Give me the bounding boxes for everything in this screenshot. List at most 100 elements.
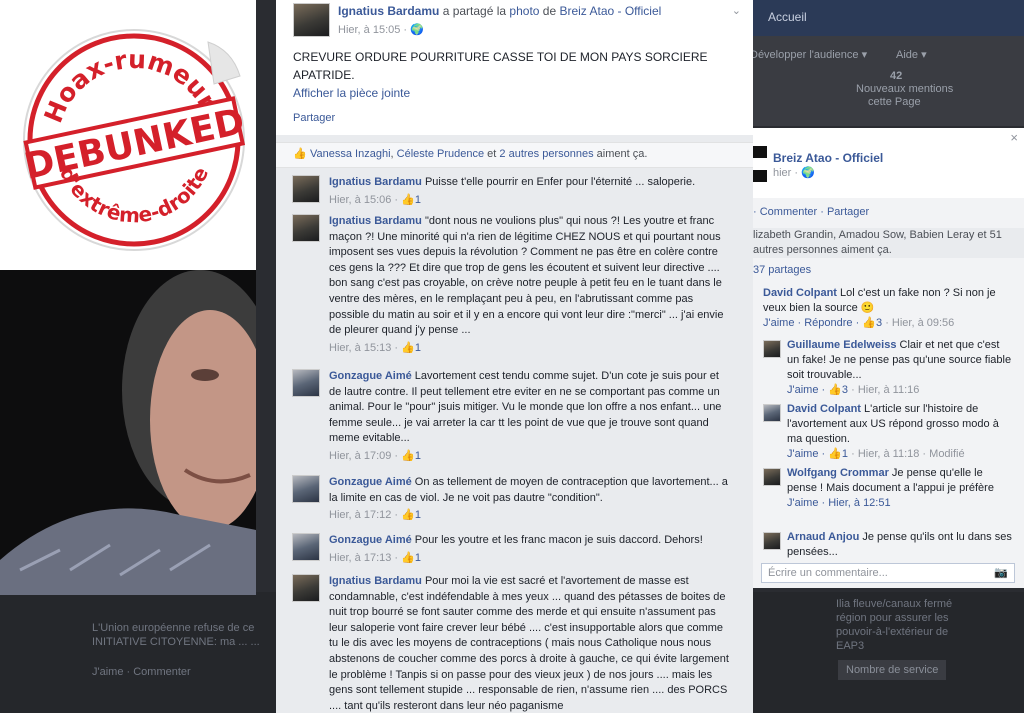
bg-post-actions[interactable]: J'aime · Commenter <box>92 666 191 678</box>
page-avatar[interactable] <box>753 146 767 182</box>
comment-input[interactable]: Écrire un commentaire... 📷 <box>761 563 1015 583</box>
attachment-link[interactable]: Afficher la pièce jointe <box>293 86 410 100</box>
page-comment-actions[interactable]: J'aime · <box>787 448 828 460</box>
eye-shape <box>191 369 219 381</box>
page-comment-body: Guillaume Edelweiss Clair et net que c'e… <box>787 338 1013 398</box>
page-shares-link[interactable]: 37 partages <box>753 264 811 276</box>
page-name-link[interactable]: Breiz Atao - Officiel <box>773 151 883 165</box>
comment-author-link[interactable]: Ignatius Bardamu <box>329 575 422 587</box>
nav-home-link[interactable]: Accueil <box>768 10 807 24</box>
page-post-likes: lizabeth Grandin, Amadou Sow, Babien Ler… <box>753 228 1024 258</box>
comment-body: Ignatius Bardamu Pour moi la vie est sac… <box>329 574 729 713</box>
like-thumb-icon[interactable]: 👍 <box>401 450 415 462</box>
comment-like-count[interactable]: 1 <box>415 194 421 206</box>
comment-author-link[interactable]: Ignatius Bardamu <box>329 176 422 188</box>
comment-like-count[interactable]: 1 <box>415 450 421 462</box>
comment-time[interactable]: Hier, à 17:13 · <box>329 552 401 564</box>
likes-and: et <box>484 148 500 160</box>
commenter-avatar[interactable] <box>292 214 320 242</box>
like-thumb-icon[interactable]: 👍 <box>862 317 876 329</box>
liker-link-2[interactable]: Céleste Prudence <box>397 148 484 160</box>
shared-text: a partagé la <box>439 4 510 18</box>
comment-time[interactable]: Hier, à 17:12 · <box>329 509 401 521</box>
close-icon[interactable]: × <box>1010 130 1018 145</box>
liker-link-1[interactable]: Vanessa Inzaghi <box>310 148 391 160</box>
bg-page-label: cette Page <box>868 96 921 108</box>
commenter-avatar[interactable] <box>292 475 320 503</box>
bg-post-text-1: L'Union européenne refuse de ce <box>92 622 255 634</box>
like-thumb-icon[interactable]: 👍 <box>401 552 415 564</box>
page-comment-time[interactable]: · Hier, à 09:56 <box>882 317 954 329</box>
page-post-actions[interactable]: · Commenter · Partager <box>753 206 869 218</box>
page-comment-actions[interactable]: J'aime · Répondre · <box>763 317 862 329</box>
comment-time[interactable]: Hier, à 17:09 · <box>329 450 401 462</box>
like-thumb-icon[interactable]: 👍 <box>828 384 842 396</box>
commenter-avatar[interactable] <box>763 532 781 550</box>
page-comment-author[interactable]: Arnaud Anjou <box>787 531 859 543</box>
comment-time[interactable]: Hier, à 15:13 · <box>329 342 401 354</box>
comment-author-link[interactable]: Gonzague Aimé <box>329 476 412 488</box>
comment-like-count[interactable]: 1 <box>415 509 421 521</box>
like-thumb-icon[interactable]: 👍 <box>401 509 415 521</box>
comment-body: Gonzague Aimé Lavortement cest tendu com… <box>329 369 729 465</box>
bg-right-text-4: EAP3 <box>836 640 865 652</box>
commenter-avatar[interactable] <box>763 404 781 422</box>
bg-audience-menu[interactable]: Développer l'audience ▾ <box>750 48 867 61</box>
post-options-chevron-icon[interactable]: ⌄ <box>732 4 741 17</box>
page-comment-actions[interactable]: J'aime · <box>787 384 828 396</box>
post-headline: Ignatius Bardamu a partagé la photo de B… <box>338 4 718 18</box>
shared-from-prefix: de <box>539 4 560 18</box>
commenter-avatar[interactable] <box>292 175 320 203</box>
comment-author-link[interactable]: Gonzague Aimé <box>329 534 412 546</box>
comment-meta: Hier, à 15:13 · 👍1 <box>329 341 729 357</box>
post-time-link[interactable]: Hier, à 15:05 · <box>338 24 410 36</box>
page-comment-author[interactable]: David Colpant <box>787 403 861 415</box>
camera-icon[interactable]: 📷 <box>994 566 1008 579</box>
comment-text: Pour les youtre et les franc macon je su… <box>414 534 703 546</box>
commenter-avatar[interactable] <box>763 468 781 486</box>
liker-others-link[interactable]: 2 autres personnes <box>499 148 593 160</box>
like-thumb-icon[interactable]: 👍 <box>401 342 415 354</box>
like-thumb-icon: 👍 <box>293 148 307 160</box>
globe-icon: 🌍 <box>801 167 815 179</box>
author-avatar[interactable] <box>293 3 330 37</box>
share-link[interactable]: Partager <box>293 112 335 124</box>
comment-time[interactable]: Hier, à 15:06 · <box>329 194 401 206</box>
commenter-avatar[interactable] <box>292 574 320 602</box>
commenter-avatar[interactable] <box>292 533 320 561</box>
bg-count: 42 <box>890 70 903 82</box>
comment-meta: Hier, à 15:06 · 👍1 <box>329 193 729 209</box>
comment-body: Ignatius Bardamu "dont nous ne voulions … <box>329 214 729 356</box>
bg-post-text-2: INITIATIVE CITOYENNE: ma ... ... <box>92 636 260 648</box>
comment-author-link[interactable]: Gonzague Aimé <box>329 370 412 382</box>
page-comment-body: David Colpant L'article sur l'histoire d… <box>787 402 1013 462</box>
comment-author-link[interactable]: Ignatius Bardamu <box>329 215 422 227</box>
bg-help-menu[interactable]: Aide ▾ <box>896 48 927 61</box>
page-comment-actions[interactable]: J'aime · Hier, à 12:51 <box>787 497 891 509</box>
page-link[interactable]: Breiz Atao - Officiel <box>559 4 661 18</box>
page-comment-author[interactable]: Wolfgang Crommar <box>787 467 889 479</box>
page-comment-time[interactable]: · Hier, à 11:16 <box>848 384 919 396</box>
page-comment-time[interactable]: · Hier, à 11:18 · Modifié <box>848 448 965 460</box>
photo-link[interactable]: photo <box>509 4 539 18</box>
comment-body: Ignatius Bardamu Puisse t'elle pourrir e… <box>329 175 729 208</box>
bg-right-text-2: région pour assurer les <box>836 612 949 624</box>
page-comment-author[interactable]: David Colpant <box>763 287 837 299</box>
bg-right-button[interactable]: Nombre de service <box>838 660 947 680</box>
post-author-link[interactable]: Ignatius Bardamu <box>338 4 439 18</box>
comment-like-count[interactable]: 1 <box>415 342 421 354</box>
comment-like-count[interactable]: 1 <box>415 552 421 564</box>
commenter-avatar[interactable] <box>763 340 781 358</box>
page-comment-author[interactable]: Guillaume Edelweiss <box>787 339 896 351</box>
likes-text: Vanessa Inzaghi, Céleste Prudence et 2 a… <box>310 148 647 160</box>
comment-meta: Hier, à 17:13 · 👍1 <box>329 551 729 567</box>
commenter-avatar[interactable] <box>292 369 320 397</box>
comment-body: Gonzague Aimé Pour les youtre et les fra… <box>329 533 729 566</box>
likes-suffix: aiment ça. <box>593 148 648 160</box>
comment-input-placeholder: Écrire un commentaire... <box>768 567 888 579</box>
like-thumb-icon[interactable]: 👍 <box>828 448 842 460</box>
shared-photo-header: Breiz Atao - Officiel hier · 🌍 × <box>753 128 1024 198</box>
page-time-link[interactable]: hier · <box>773 167 801 179</box>
comment-meta: Hier, à 17:12 · 👍1 <box>329 508 729 524</box>
like-thumb-icon[interactable]: 👍 <box>401 194 415 206</box>
